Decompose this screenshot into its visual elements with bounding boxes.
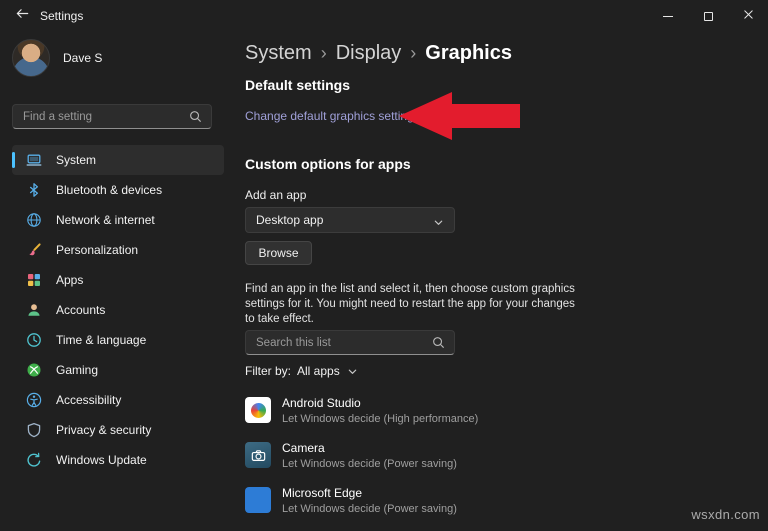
app-status: Let Windows decide (Power saving) [282, 457, 457, 470]
apps-grid-icon [26, 272, 42, 288]
minimize-button[interactable] [648, 0, 688, 32]
window-controls [648, 0, 768, 32]
sidebar-item-windows-update[interactable]: Windows Update [12, 445, 224, 475]
settings-search-input[interactable] [13, 110, 189, 123]
sidebar-item-accessibility[interactable]: Accessibility [12, 385, 224, 415]
maximize-button[interactable] [688, 0, 728, 32]
sidebar-item-label: Time & language [56, 333, 147, 347]
sidebar-item-label: Network & internet [56, 213, 155, 227]
accessibility-icon [26, 392, 42, 408]
app-row-android-studio[interactable]: Android Studio Let Windows decide (High … [245, 395, 479, 425]
sidebar-item-label: Personalization [56, 243, 139, 257]
browse-button-label: Browse [258, 246, 299, 260]
watermark: wsxdn.com [691, 507, 760, 522]
sidebar-item-label: Accessibility [56, 393, 122, 407]
breadcrumb: System › Display › Graphics [245, 42, 512, 65]
filter-by-label: Filter by: [245, 364, 292, 378]
titlebar: Settings [0, 0, 768, 32]
sidebar-item-accounts[interactable]: Accounts [12, 295, 224, 325]
sidebar-item-label: Bluetooth & devices [56, 183, 163, 197]
sidebar-item-gaming[interactable]: Gaming [12, 355, 224, 385]
paintbrush-icon [26, 242, 42, 258]
sidebar: Dave S System Bluetooth & devices Networ… [0, 32, 235, 527]
app-row-microsoft-edge[interactable]: Microsoft Edge Let Windows decide (Power… [245, 485, 478, 515]
breadcrumb-chevron-icon: › [320, 43, 327, 63]
breadcrumb-display[interactable]: Display [336, 42, 402, 65]
breadcrumb-chevron-icon: › [410, 43, 417, 63]
chevron-down-icon [347, 366, 358, 377]
android-studio-icon [245, 397, 271, 423]
app-type-dropdown[interactable]: Desktop app [245, 207, 455, 233]
back-button[interactable] [8, 4, 36, 28]
app-status: Let Windows decide (High performance) [282, 412, 479, 425]
maximize-icon [703, 11, 713, 21]
add-app-label: Add an app [245, 188, 307, 202]
user-name: Dave S [63, 51, 103, 65]
filter-dropdown[interactable]: All apps [297, 364, 358, 378]
sidebar-item-label: Gaming [56, 363, 99, 377]
app-name: Android Studio [282, 395, 361, 410]
app-row-camera[interactable]: Camera Let Windows decide (Power saving) [245, 440, 478, 470]
sidebar-item-apps[interactable]: Apps [12, 265, 224, 295]
sidebar-item-privacy-security[interactable]: Privacy & security [12, 415, 224, 445]
chevron-down-icon [433, 215, 444, 226]
close-icon [743, 7, 754, 25]
app-list-search [245, 330, 455, 355]
bluetooth-icon [26, 182, 42, 198]
sidebar-item-time-language[interactable]: Time & language [12, 325, 224, 355]
app-list-search-input[interactable] [246, 336, 432, 349]
minimize-icon [663, 15, 673, 17]
shield-icon [26, 422, 42, 438]
sidebar-item-network-internet[interactable]: Network & internet [12, 205, 224, 235]
globe-icon [26, 212, 42, 228]
sidebar-item-label: Apps [56, 273, 84, 287]
sidebar-item-label: Privacy & security [56, 423, 152, 437]
avatar [12, 39, 50, 77]
sidebar-nav: System Bluetooth & devices Network & int… [12, 145, 224, 475]
red-arrow-shape [399, 92, 520, 140]
sidebar-item-label: System [56, 153, 97, 167]
camera-icon [245, 442, 271, 468]
red-arrow-annotation [399, 92, 520, 140]
sidebar-item-system[interactable]: System [12, 145, 224, 175]
window-title: Settings [40, 9, 84, 23]
default-settings-heading: Default settings [245, 77, 351, 93]
update-arrows-icon [26, 452, 42, 468]
app-name: Camera [282, 440, 325, 455]
custom-options-heading: Custom options for apps [245, 156, 411, 172]
sidebar-item-label: Accounts [56, 303, 106, 317]
sidebar-item-label: Windows Update [56, 453, 147, 467]
back-arrow-icon [15, 6, 30, 26]
custom-options-description: Find an app in the list and select it, t… [245, 283, 575, 325]
change-default-graphics-link[interactable]: Change default graphics settings [245, 109, 420, 123]
edge-icon [245, 487, 271, 513]
app-status: Let Windows decide (Power saving) [282, 502, 457, 515]
app-list: Android Studio Let Windows decide (High … [245, 396, 478, 531]
search-icon [189, 110, 202, 123]
app-type-dropdown-value: Desktop app [256, 213, 324, 227]
app-name: Microsoft Edge [282, 485, 363, 500]
search-icon [432, 336, 445, 349]
breadcrumb-graphics: Graphics [425, 42, 512, 64]
clock-icon [26, 332, 42, 348]
filter-dropdown-value: All apps [297, 364, 340, 378]
user-profile[interactable]: Dave S [12, 39, 102, 77]
close-button[interactable] [728, 0, 768, 32]
system-icon [26, 152, 42, 168]
xbox-icon [26, 362, 42, 378]
sidebar-item-personalization[interactable]: Personalization [12, 235, 224, 265]
sidebar-item-bluetooth-devices[interactable]: Bluetooth & devices [12, 175, 224, 205]
browse-button[interactable]: Browse [245, 241, 312, 265]
person-icon [26, 302, 42, 318]
breadcrumb-system[interactable]: System [245, 42, 312, 65]
settings-search [12, 104, 212, 129]
filter-row: Filter by: All apps [245, 364, 358, 378]
